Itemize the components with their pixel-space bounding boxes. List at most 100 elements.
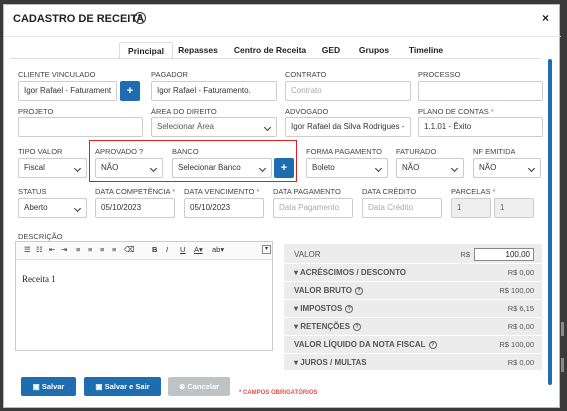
data-credito-field[interactable]: Data Crédito [362, 198, 442, 218]
retencoes-row[interactable]: ▾ RETENÇÕES? R$ 0,00 [284, 318, 542, 336]
required-fields-note: * CAMPOS OBRIGATÓRIOS [239, 390, 318, 396]
background-edge [561, 322, 564, 336]
unordered-list-icon[interactable]: ☷ [36, 245, 43, 254]
plano-contas-label: PLANO DE CONTAS * [418, 107, 494, 116]
cancel-button[interactable]: ⊗ Cancelar [168, 377, 230, 396]
highlight-color-icon[interactable]: ab▾ [212, 245, 224, 254]
retencoes-label: ▾ RETENÇÕES? [294, 322, 362, 331]
tab-centro-de-receita[interactable]: Centro de Receita [228, 42, 312, 58]
advogado-field[interactable]: Igor Rafael da Silva Rodrigues - [285, 117, 411, 137]
scrollbar[interactable] [548, 59, 552, 385]
background-edge [561, 358, 564, 372]
faturado-select[interactable]: NÃO [396, 158, 464, 178]
align-right-icon[interactable]: ≡ [100, 245, 104, 254]
tab-ged[interactable]: GED [318, 42, 344, 58]
retencoes-value: R$ 0,00 [507, 322, 534, 331]
help-icon[interactable]: ? [354, 286, 363, 295]
align-justify-icon[interactable]: ≡ [112, 245, 116, 254]
cliente-vinculado-label: CLIENTE VINCULADO [18, 70, 96, 79]
save-icon: ▣ [95, 382, 103, 391]
impostos-label: ▾ IMPOSTOS? [294, 304, 354, 313]
aprovado-select[interactable]: NÃO [95, 158, 163, 178]
valor-bruto-label: VALOR BRUTO? [294, 286, 363, 295]
advogado-label: ADVOGADO [285, 107, 329, 116]
font-color-icon[interactable]: A▾ [194, 245, 203, 254]
contrato-label: CONTRATO [285, 70, 327, 79]
juros-multas-label: ▾ JUROS / MULTAS [294, 358, 367, 367]
data-competencia-field[interactable]: 05/10/2023 [95, 198, 175, 218]
indent-icon[interactable]: ⇥ [61, 245, 67, 254]
descricao-text[interactable]: Receita 1 [22, 274, 56, 284]
area-direito-label: ÁREA DO DIREITO [151, 107, 217, 116]
faturado-label: FATURADO [396, 147, 437, 156]
juros-multas-value: R$ 0,00 [507, 358, 534, 367]
aprovado-label: APROVADO ? [95, 147, 144, 156]
data-competencia-label: DATA COMPETÊNCIA * [95, 187, 176, 196]
help-icon[interactable]: ? [428, 340, 437, 349]
save-button[interactable]: ▣ Salvar [21, 377, 76, 396]
status-label: STATUS [18, 187, 47, 196]
forma-pagamento-select[interactable]: Boleto [306, 158, 388, 178]
currency-label: R$ [460, 250, 470, 259]
italic-icon[interactable]: I [166, 245, 168, 254]
projeto-field[interactable] [18, 117, 143, 137]
divider [4, 36, 561, 37]
acrescimos-row[interactable]: ▾ ACRÉSCIMOS / DESCONTO R$ 0,00 [284, 264, 542, 282]
tab-grupos[interactable]: Grupos [354, 42, 394, 58]
tab-timeline[interactable]: Timeline [403, 42, 449, 58]
save-and-exit-button[interactable]: ▣ Salvar e Sair [84, 377, 161, 396]
save-icon: ▣ [32, 382, 40, 391]
parcelas-label: PARCELAS * [451, 187, 496, 196]
cancel-icon: ⊗ [178, 382, 186, 391]
parcela-total-field[interactable]: 1 [494, 198, 534, 218]
parcela-atual-field[interactable]: 1 [451, 198, 491, 218]
impostos-value: R$ 6,15 [507, 304, 534, 313]
area-direito-select[interactable]: Selecionar Área [151, 117, 277, 137]
modal-title: CADASTRO DE RECEITA [13, 13, 145, 25]
contrato-field[interactable]: Contrato [285, 81, 411, 101]
add-cliente-button[interactable]: + [120, 81, 140, 101]
descricao-label: DESCRIÇÃO [18, 232, 63, 241]
help-icon[interactable]: ? [345, 304, 354, 313]
data-pagamento-field[interactable]: Data Pagamento [273, 198, 353, 218]
tab-repasses[interactable]: Repasses [174, 42, 222, 58]
tipo-valor-select[interactable]: Fiscal [18, 158, 87, 178]
valor-liquido-value: R$ 100,00 [499, 340, 534, 349]
valor-liquido-row: VALOR LÍQUIDO DA NOTA FISCAL? R$ 100,00 [284, 336, 542, 354]
pagador-field[interactable]: Igor Rafael - Faturamento. [151, 81, 277, 101]
help-icon[interactable]: ? [353, 322, 362, 331]
plano-contas-field[interactable]: 1.1.01 - Êxito [418, 117, 543, 137]
acrescimos-label: ▾ ACRÉSCIMOS / DESCONTO [294, 268, 407, 277]
close-icon[interactable]: × [542, 11, 549, 25]
outdent-icon[interactable]: ⇤ [49, 245, 55, 254]
valor-row: VALOR R$ 100,00 [284, 246, 542, 264]
add-banco-button[interactable]: + [274, 158, 294, 178]
status-select[interactable]: Aberto [18, 198, 87, 218]
ordered-list-icon[interactable]: ☰ [24, 245, 31, 254]
valor-input[interactable]: 100,00 [474, 248, 534, 261]
projeto-label: PROJETO [18, 107, 54, 116]
acrescimos-value: R$ 0,00 [507, 268, 534, 277]
cliente-vinculado-field[interactable]: Igor Rafael - Faturament [18, 81, 117, 101]
banco-label: BANCO [172, 147, 199, 156]
help-icon[interactable]: ? [134, 12, 146, 24]
underline-icon[interactable]: U [180, 245, 185, 254]
impostos-row[interactable]: ▾ IMPOSTOS? R$ 6,15 [284, 300, 542, 318]
bold-icon[interactable]: B [152, 245, 157, 254]
tipo-valor-label: TIPO VALOR [18, 147, 63, 156]
valor-bruto-row: VALOR BRUTO? R$ 100,00 [284, 282, 542, 300]
dropdown-icon[interactable]: ▾ [262, 245, 271, 254]
valor-label: VALOR [294, 250, 321, 259]
align-center-icon[interactable]: ≡ [88, 245, 92, 254]
nf-emitida-select[interactable]: NÃO [473, 158, 541, 178]
juros-multas-row[interactable]: ▾ JUROS / MULTAS R$ 0,00 [284, 354, 542, 372]
data-vencimento-field[interactable]: 05/10/2023 [184, 198, 264, 218]
clear-format-icon[interactable]: ⌫ [124, 245, 135, 254]
banco-select[interactable]: Selecionar Banco [172, 158, 272, 178]
data-vencimento-label: DATA VENCIMENTO * [184, 187, 260, 196]
processo-field[interactable] [418, 81, 543, 101]
processo-label: PROCESSO [418, 70, 461, 79]
forma-pagamento-label: FORMA PAGAMENTO [306, 147, 382, 156]
align-left-icon[interactable]: ≡ [76, 245, 80, 254]
pagador-label: PAGADOR [151, 70, 188, 79]
